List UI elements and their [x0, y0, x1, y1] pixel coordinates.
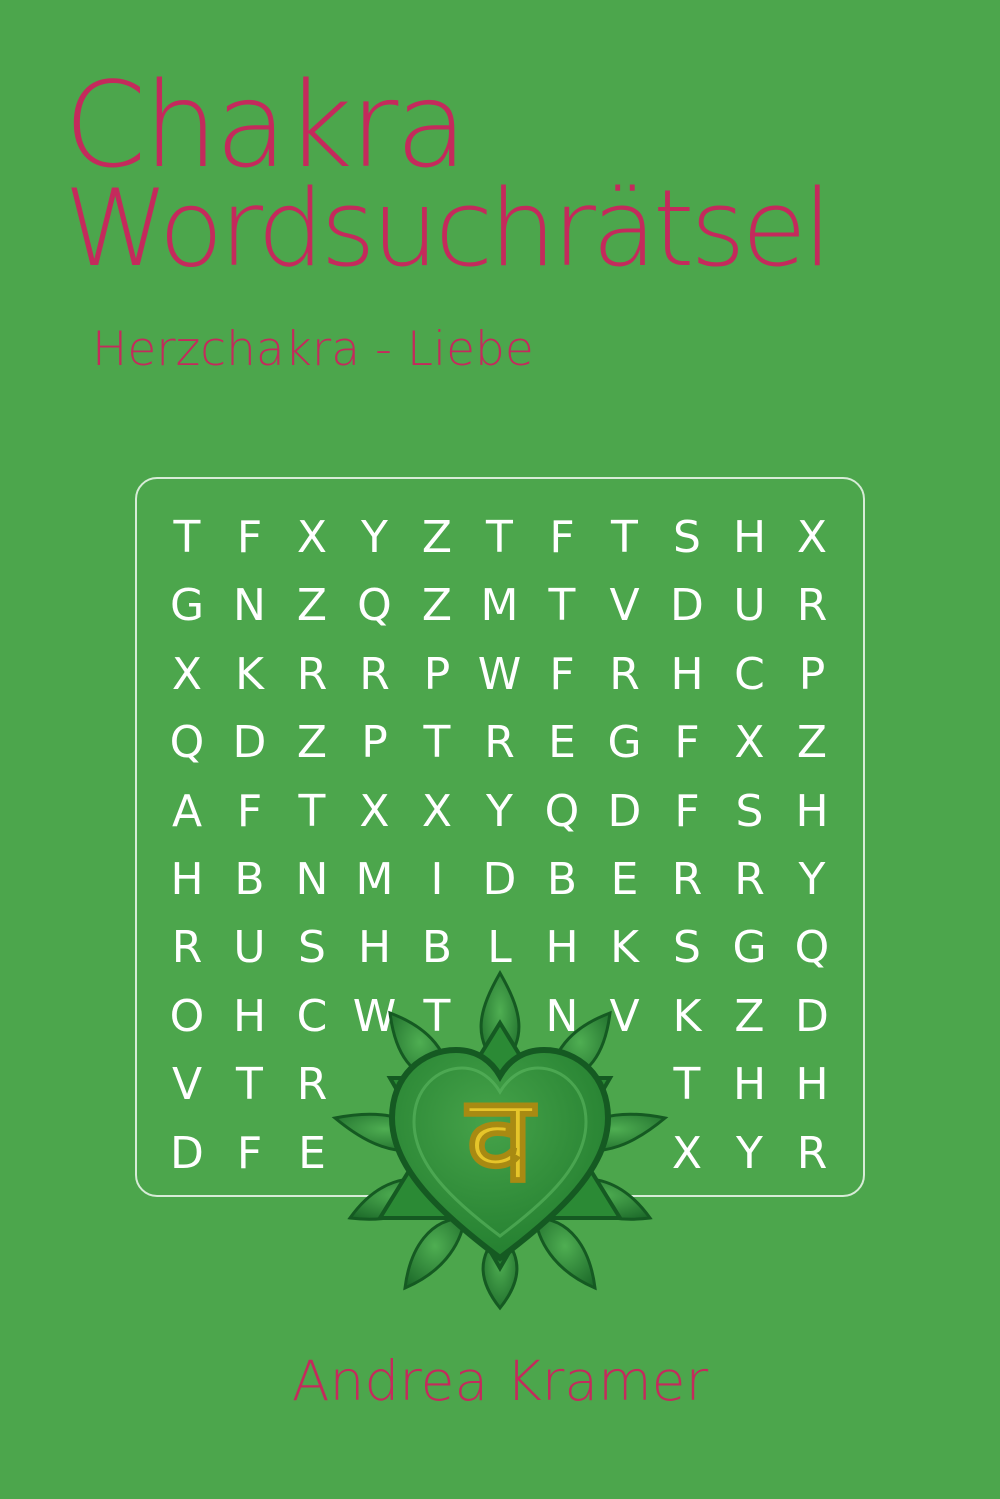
grid-letter: N [233, 580, 266, 632]
grid-letter: D [607, 785, 642, 837]
grid-letter: V [609, 580, 640, 632]
grid-letter: R [359, 648, 390, 700]
grid-letter: V [171, 1059, 203, 1111]
grid-letter: U [233, 922, 266, 974]
grid-letter: Z [296, 580, 328, 632]
grid-letter: F [236, 512, 263, 563]
subtitle: Herzchakra - Liebe [92, 322, 534, 377]
grid-letter: G [732, 922, 767, 974]
heart-chakra-lotus-icon: व [331, 969, 669, 1311]
grid-letter: G [607, 717, 642, 769]
grid-letter: H [670, 648, 704, 700]
grid-letter: T [611, 512, 638, 563]
grid-letter: X [796, 512, 828, 563]
grid-letter: D [795, 990, 829, 1042]
grid-letter: P [361, 717, 388, 769]
grid-letter: T [423, 717, 451, 769]
grid-letter: Q [544, 785, 580, 837]
grid-letter: P [798, 648, 826, 700]
grid-letter: N [295, 854, 329, 905]
grid-letter: Z [296, 717, 328, 769]
grid-letter: T [486, 512, 513, 563]
grid-letter: R [796, 1127, 828, 1179]
grid-letter: H [232, 990, 267, 1042]
grid-letter: F [674, 785, 700, 837]
grid-letter: Y [361, 512, 388, 563]
va-glyph: व [465, 1070, 538, 1209]
grid-letter: Z [421, 580, 453, 632]
grid-letter: R [296, 648, 328, 700]
grid-letter: Z [734, 990, 765, 1042]
grid-letter: H [795, 1059, 829, 1111]
grid-letter: H [732, 512, 767, 563]
grid-letter: T [298, 785, 326, 837]
grid-letter: C [734, 648, 765, 700]
title-line-2: Wordsuchrätsel [64, 167, 832, 290]
grid-letter: Q [357, 580, 392, 632]
grid-letter: D [482, 854, 517, 905]
grid-letter: Z [796, 717, 828, 769]
grid-letter: F [549, 648, 575, 700]
grid-letter: U [733, 580, 766, 632]
grid-letter: Q [169, 717, 205, 769]
grid-letter: X [296, 512, 328, 563]
grid-letter: Y [486, 785, 513, 837]
grid-letter: R [171, 922, 203, 974]
grid-letter: T [548, 580, 576, 632]
grid-letter: R [734, 854, 765, 905]
grid-letter: H [732, 1059, 767, 1111]
grid-letter: R [796, 580, 828, 632]
grid-letter: F [549, 512, 575, 563]
grid-letter: X [359, 785, 390, 837]
grid-letter: T [173, 512, 201, 563]
grid-letter: H [795, 785, 829, 837]
grid-letter: A [171, 785, 203, 837]
grid-letter: X [734, 717, 765, 769]
grid-letter: Q [794, 922, 830, 974]
grid-letter: E [548, 717, 576, 769]
grid-letter: M [480, 580, 519, 632]
grid-letter: O [169, 990, 205, 1042]
grid-letter: E [610, 854, 639, 905]
grid-letter: X [421, 785, 453, 837]
grid-letter: D [670, 580, 704, 632]
grid-letter: F [236, 785, 263, 837]
grid-letter: H [170, 854, 204, 905]
grid-letter: T [236, 1059, 263, 1111]
grid-letter: F [674, 717, 700, 769]
grid-letter: D [232, 717, 267, 769]
grid-letter: R [484, 717, 515, 769]
grid-letter: X [171, 648, 203, 700]
grid-letter: Y [736, 1127, 763, 1179]
grid-letter: R [671, 854, 703, 905]
grid-letter: S [735, 785, 764, 837]
grid-letter: W [477, 648, 522, 700]
grid-letter: I [430, 854, 444, 905]
author-name: Andrea Kramer [291, 1349, 709, 1413]
grid-letter: M [355, 854, 394, 905]
grid-letter: G [169, 580, 205, 632]
grid-letter: Y [798, 854, 826, 905]
grid-letter: D [170, 1127, 204, 1179]
grid-letter: R [609, 648, 640, 700]
grid-letter: K [235, 648, 264, 700]
grid-letter: P [423, 648, 451, 700]
grid-letter: B [234, 854, 265, 905]
grid-letter: F [236, 1127, 263, 1179]
grid-letter: Z [421, 512, 453, 563]
grid-letter: S [673, 512, 701, 563]
grid-letter: B [546, 854, 578, 905]
